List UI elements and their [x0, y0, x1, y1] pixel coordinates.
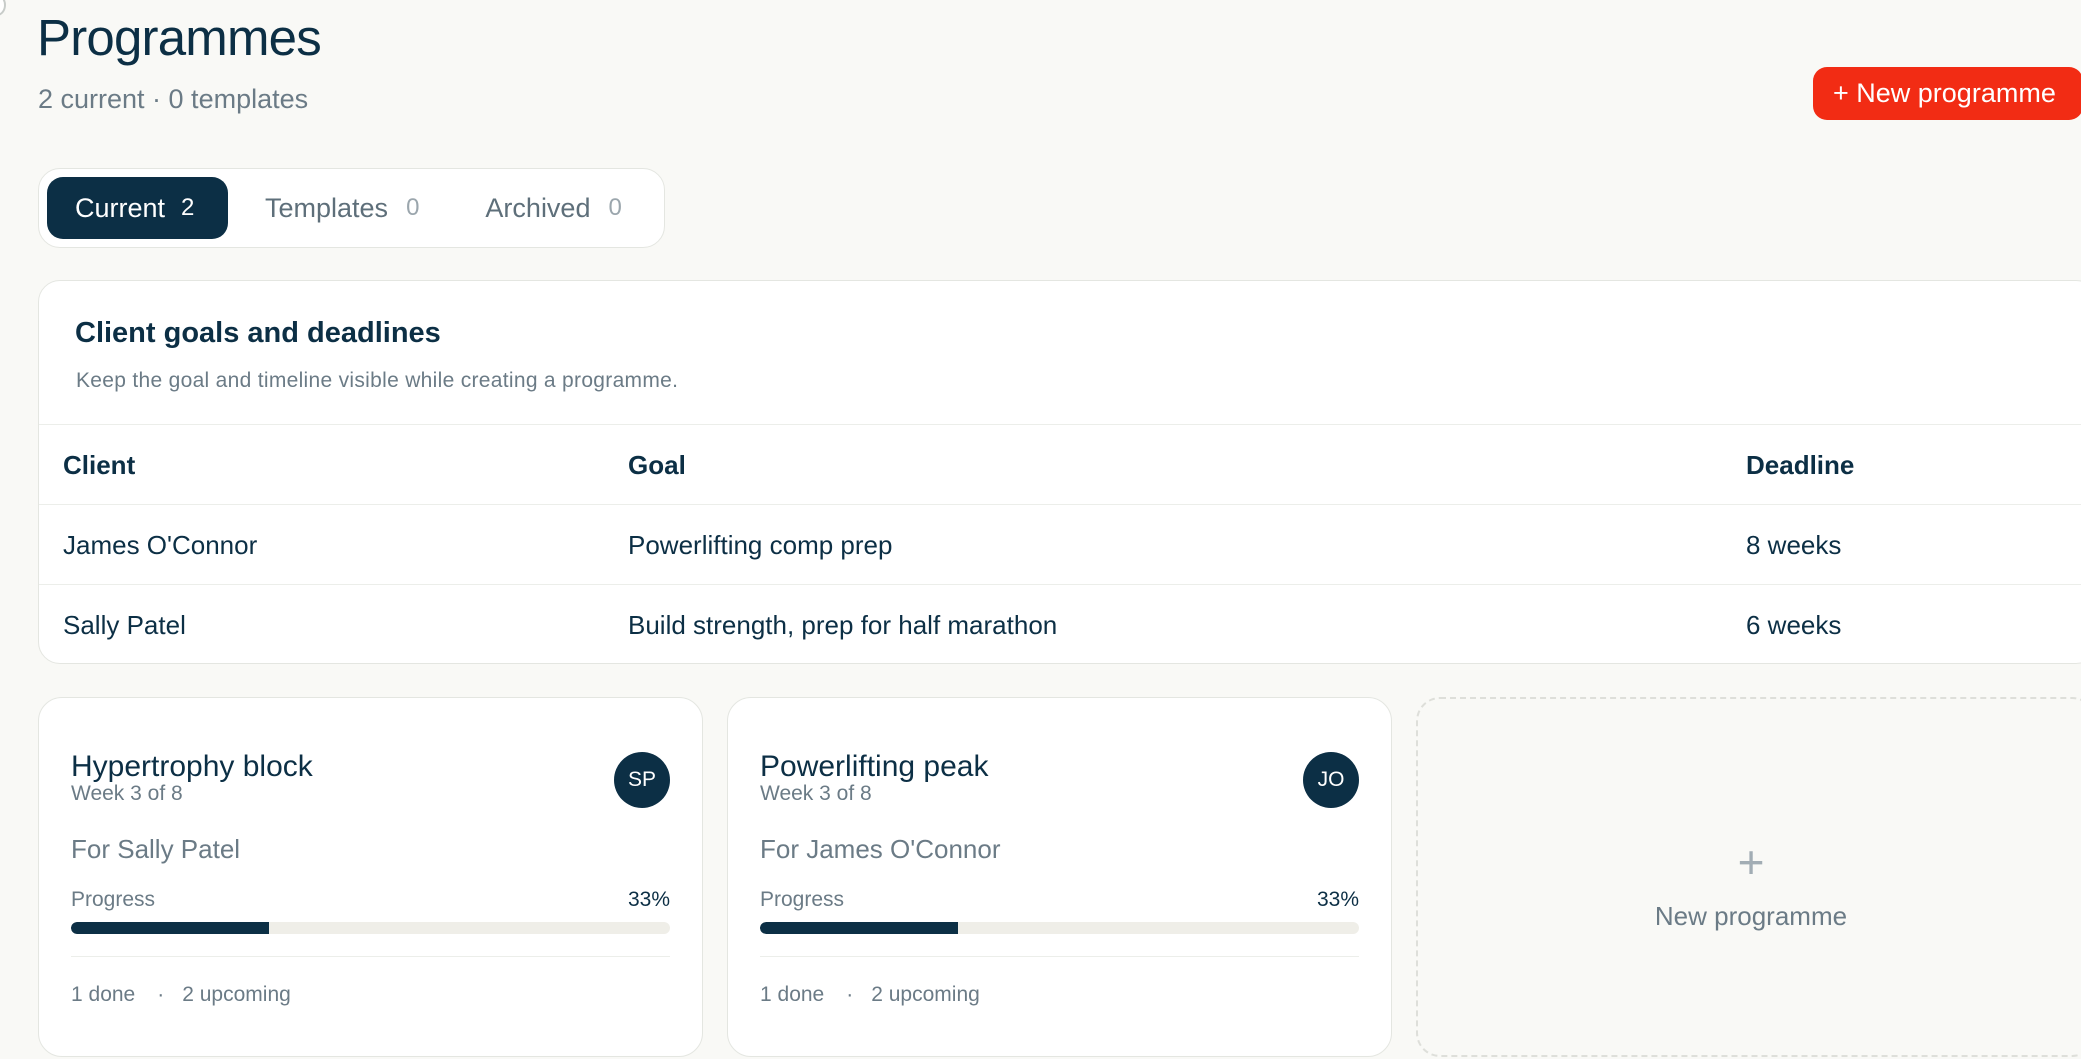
progress-bar [760, 922, 1359, 934]
column-header-client: Client [63, 450, 136, 480]
separator: · [157, 983, 165, 1006]
upcoming-count: 2 upcoming [182, 983, 291, 1006]
programme-title: Hypertrophy block [71, 750, 313, 783]
done-count: 1 done [71, 983, 136, 1006]
table-row: Sally Patel Build strength, prep for hal… [39, 584, 2081, 663]
progress-bar-fill [760, 922, 958, 934]
divider [71, 956, 670, 957]
session-summary: 1 done · 2 upcoming [760, 983, 980, 1007]
tab-label: Current [75, 192, 166, 223]
progress-label: Progress [760, 888, 845, 911]
deadline-cell: 8 weeks [1746, 530, 1842, 560]
programme-card[interactable]: Hypertrophy block Week 3 of 8 SP For Sal… [38, 697, 703, 1057]
session-summary: 1 done · 2 upcoming [71, 983, 291, 1007]
table-header-row: Client Goal Deadline [39, 424, 2081, 504]
client-cell: Sally Patel [63, 610, 186, 640]
column-header-deadline: Deadline [1746, 450, 1855, 480]
client-cell: James O'Connor [63, 530, 258, 560]
progress-bar-fill [71, 922, 269, 934]
tab-label: Archived [485, 192, 591, 223]
progress-value: 33% [627, 888, 670, 911]
avatar: SP [614, 752, 670, 808]
tab-archived[interactable]: Archived 0 [485, 177, 621, 239]
tab-bar: Current 2 Templates 0 Archived 0 [38, 168, 665, 248]
programme-card[interactable]: Powerlifting peak Week 3 of 8 JO For Jam… [727, 697, 1392, 1057]
programme-client: For Sally Patel [71, 834, 241, 864]
programme-week: Week 3 of 8 [760, 782, 872, 805]
goals-subtitle: Keep the goal and timeline visible while… [76, 369, 679, 392]
progress-value: 33% [1316, 888, 1359, 911]
programme-week: Week 3 of 8 [71, 782, 183, 805]
tab-count: 0 [608, 194, 622, 221]
tab-count: 2 [181, 194, 195, 221]
new-programme-label: New programme [1654, 901, 1848, 931]
tab-count: 0 [406, 194, 420, 221]
page-subtitle: 2 current · 0 templates [38, 84, 309, 114]
goals-table: Client Goal Deadline James O'Connor Powe… [39, 424, 2081, 663]
page-title: Programmes [37, 9, 322, 66]
tab-label: Templates [265, 192, 389, 223]
plus-icon: + [1737, 836, 1765, 888]
new-programme-card[interactable]: + New programme [1416, 697, 2081, 1057]
programme-client: For James O'Connor [760, 834, 1001, 864]
done-count: 1 done [760, 983, 825, 1006]
tab-templates[interactable]: Templates 0 [265, 177, 419, 239]
upcoming-count: 2 upcoming [871, 983, 980, 1006]
client-goals-card: Client goals and deadlines Keep the goal… [38, 280, 2081, 664]
table-row: James O'Connor Powerlifting comp prep 8 … [39, 504, 2081, 584]
goal-cell: Powerlifting comp prep [628, 530, 893, 560]
corner-handle[interactable] [0, 0, 6, 16]
avatar: JO [1303, 752, 1359, 808]
new-programme-button[interactable]: + New programme [1813, 67, 2081, 120]
goal-cell: Build strength, prep for half marathon [628, 610, 1058, 640]
progress-bar [71, 922, 670, 934]
divider [760, 956, 1359, 957]
deadline-cell: 6 weeks [1746, 610, 1842, 640]
progress-label: Progress [71, 888, 156, 911]
separator: · [846, 983, 854, 1006]
programme-title: Powerlifting peak [760, 750, 989, 783]
tab-current[interactable]: Current 2 [47, 177, 228, 239]
programmes-page: Programmes 2 current · 0 templates + New… [0, 0, 2081, 1059]
column-header-goal: Goal [628, 450, 686, 480]
goals-title: Client goals and deadlines [75, 317, 441, 349]
